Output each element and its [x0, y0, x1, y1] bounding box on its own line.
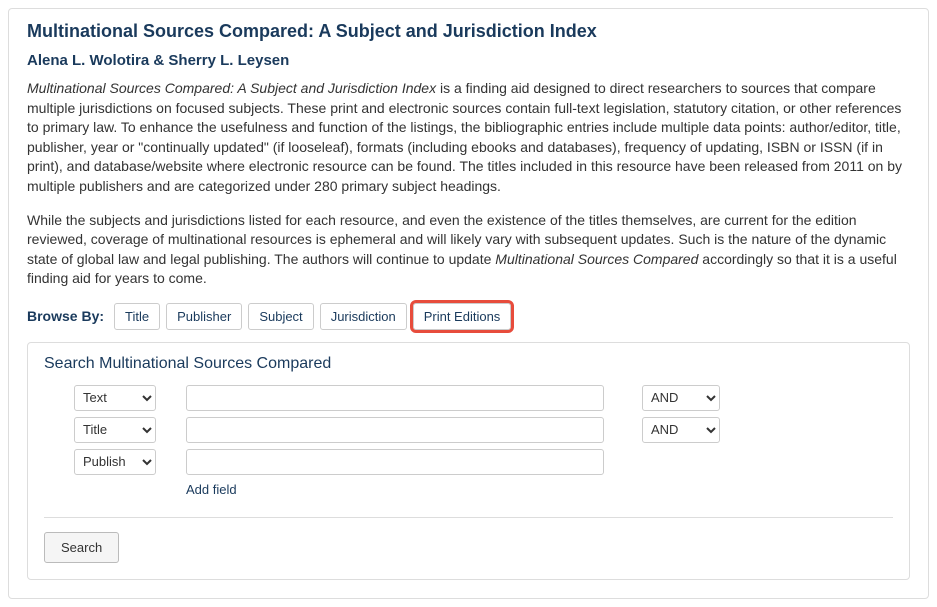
add-field-row: Add field [44, 481, 893, 497]
divider [44, 517, 893, 518]
search-input-3[interactable] [186, 449, 604, 475]
authors: Alena L. Wolotira & Sherry L. Leysen [27, 52, 910, 69]
browse-title-button[interactable]: Title [114, 303, 160, 330]
browse-subject-button[interactable]: Subject [248, 303, 313, 330]
desc-ital-1: Multinational Sources Compared: A Subjec… [27, 80, 436, 96]
browse-by-row: Browse By: Title Publisher Subject Juris… [27, 303, 910, 330]
search-submit-button[interactable]: Search [44, 532, 119, 563]
browse-by-label: Browse By: [27, 308, 104, 324]
description-para-2: While the subjects and jurisdictions lis… [27, 211, 910, 289]
browse-print-editions-button[interactable]: Print Editions [413, 303, 512, 330]
field-select-2[interactable]: Title [74, 417, 156, 443]
bool-select-2[interactable]: AND [642, 417, 720, 443]
bool-select-1[interactable]: AND [642, 385, 720, 411]
add-field-link[interactable]: Add field [186, 482, 237, 497]
desc-ital-2: Multinational Sources Compared [495, 251, 698, 267]
search-row-3: Publish [44, 449, 893, 475]
desc-text-1: is a finding aid designed to direct rese… [27, 80, 902, 194]
search-row-2: Title AND [44, 417, 893, 443]
browse-publisher-button[interactable]: Publisher [166, 303, 242, 330]
search-panel: Search Multinational Sources Compared Te… [27, 342, 910, 580]
main-panel: Multinational Sources Compared: A Subjec… [8, 8, 929, 599]
field-select-3[interactable]: Publish [74, 449, 156, 475]
page-title: Multinational Sources Compared: A Subjec… [27, 21, 910, 42]
search-panel-title: Search Multinational Sources Compared [44, 355, 893, 373]
search-input-2[interactable] [186, 417, 604, 443]
browse-jurisdiction-button[interactable]: Jurisdiction [320, 303, 407, 330]
description-para-1: Multinational Sources Compared: A Subjec… [27, 79, 910, 197]
search-row-1: Text AND [44, 385, 893, 411]
search-input-1[interactable] [186, 385, 604, 411]
field-select-1[interactable]: Text [74, 385, 156, 411]
